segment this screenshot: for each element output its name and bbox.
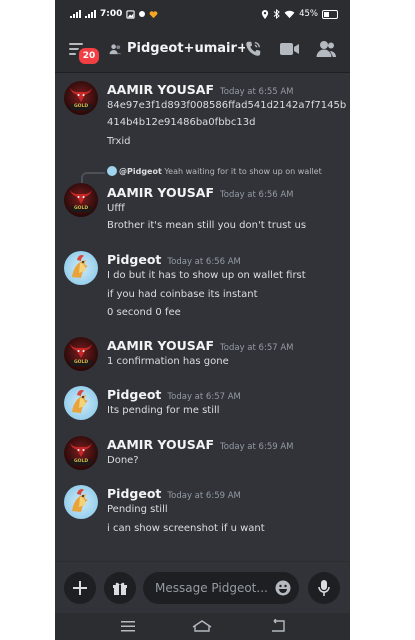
message-text: 414b4b12e91486ba0fbbc13d xyxy=(107,117,256,128)
author-name[interactable]: AAMIR YOUSAF Today at 6:56 AM xyxy=(107,185,293,200)
avatar[interactable]: GOLD xyxy=(64,337,98,371)
reply-preview[interactable]: @Pidgeot Yeah waiting for it to show up … xyxy=(107,166,322,176)
microphone-icon xyxy=(318,580,330,596)
timestamp: Today at 6:57 AM xyxy=(167,392,241,402)
message-text: Its pending for me still xyxy=(107,405,220,416)
emoji-icon[interactable] xyxy=(275,580,291,596)
voice-message-button[interactable] xyxy=(308,572,340,604)
gold-label: GOLD xyxy=(71,459,91,465)
plus-icon xyxy=(73,581,87,595)
channel-header: 20 Pidgeot+umair+... xyxy=(55,28,350,73)
message-text: Pending still xyxy=(107,504,168,515)
author-name[interactable]: AAMIR YOUSAF Today at 6:55 AM xyxy=(107,82,293,97)
notification-badge: 20 xyxy=(77,46,101,66)
timestamp: Today at 6:55 AM xyxy=(220,87,294,97)
bull-logo-icon xyxy=(70,443,92,457)
reply-avatar xyxy=(107,166,117,176)
message-text: 1 confirmation has gone xyxy=(107,356,229,367)
author-name[interactable]: AAMIR YOUSAF Today at 6:59 AM xyxy=(107,437,293,452)
bull-logo-icon xyxy=(70,190,92,204)
gift-button[interactable] xyxy=(104,572,136,604)
add-attachment-button[interactable] xyxy=(64,572,96,604)
discord-app: 7:00 45% 20 Pidgeot+umair+... xyxy=(55,0,350,640)
bird-avatar-icon xyxy=(72,255,88,278)
back-icon[interactable] xyxy=(270,619,286,633)
avatar[interactable]: GOLD xyxy=(64,81,98,115)
bird-avatar-icon xyxy=(72,489,88,512)
home-icon[interactable] xyxy=(192,619,212,633)
gold-label: GOLD xyxy=(71,360,91,366)
signal-icon-2 xyxy=(85,10,96,18)
message-text: 0 second 0 fee xyxy=(107,307,181,318)
avatar[interactable]: GOLD xyxy=(64,183,98,217)
people-icon xyxy=(109,44,122,55)
timestamp: Today at 6:57 AM xyxy=(220,343,294,353)
bull-logo-icon xyxy=(70,88,92,102)
timestamp: Today at 6:56 AM xyxy=(167,257,241,267)
message-text: if you had coinbase its instant xyxy=(107,289,258,300)
signal-icon xyxy=(70,10,81,18)
avatar[interactable] xyxy=(64,485,98,519)
heart-icon xyxy=(149,10,158,18)
video-camera-icon[interactable] xyxy=(280,42,300,56)
wifi-icon xyxy=(284,10,295,18)
bluetooth-icon xyxy=(273,9,280,19)
message-text: Brother it's mean still you don't trust … xyxy=(107,220,307,231)
members-icon[interactable] xyxy=(316,40,336,58)
author-name[interactable]: Pidgeot Today at 6:56 AM xyxy=(107,252,241,267)
author-name[interactable]: Pidgeot Today at 6:57 AM xyxy=(107,387,241,402)
message-text: Trxid xyxy=(107,136,131,147)
message-text: Done? xyxy=(107,455,139,466)
message-composer xyxy=(55,561,350,614)
gallery-icon xyxy=(126,9,136,19)
message-text: i can show screenshot if u want xyxy=(107,523,265,534)
phone-call-icon[interactable] xyxy=(244,40,262,58)
message-text: 84e97e3f1d893f008586ffad541d2142a7f7145b xyxy=(107,100,347,111)
message-text: I do but it has to show up on wallet fir… xyxy=(107,270,306,281)
system-nav-bar xyxy=(55,613,350,640)
timestamp: Today at 6:59 AM xyxy=(167,491,241,501)
avatar[interactable] xyxy=(64,251,98,285)
author-name[interactable]: AAMIR YOUSAF Today at 6:57 AM xyxy=(107,338,293,353)
location-icon xyxy=(261,9,269,19)
timestamp: Today at 6:59 AM xyxy=(220,442,294,452)
gold-label: GOLD xyxy=(71,206,91,212)
recent-apps-icon[interactable] xyxy=(121,621,135,632)
channel-title[interactable]: Pidgeot+umair+... xyxy=(127,41,245,56)
bull-logo-icon xyxy=(70,344,92,358)
status-bar: 7:00 45% xyxy=(55,0,350,28)
battery-icon xyxy=(322,9,338,19)
avatar[interactable]: GOLD xyxy=(64,436,98,470)
gold-label: GOLD xyxy=(71,104,91,110)
avatar[interactable] xyxy=(64,386,98,420)
author-name[interactable]: Pidgeot Today at 6:59 AM xyxy=(107,486,241,501)
message-text: Ufff xyxy=(107,203,125,214)
message-icon xyxy=(139,11,146,17)
bird-avatar-icon xyxy=(72,390,88,413)
timestamp: Today at 6:56 AM xyxy=(220,190,294,200)
status-time: 7:00 xyxy=(100,9,123,19)
battery-percent: 45% xyxy=(299,9,318,19)
gift-icon xyxy=(113,582,127,595)
message-list[interactable]: GOLD AAMIR YOUSAF Today at 6:55 AM 84e97e… xyxy=(55,73,350,561)
